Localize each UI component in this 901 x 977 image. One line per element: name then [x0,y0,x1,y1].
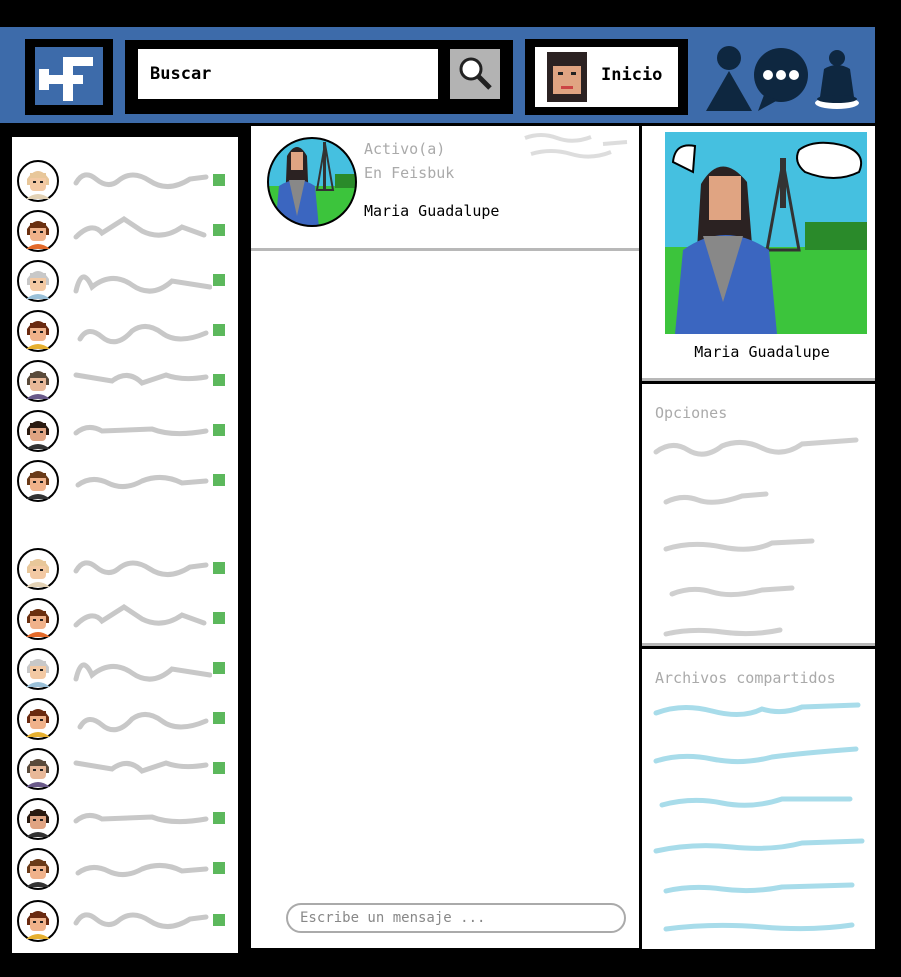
friends-list [12,137,238,953]
shared-file-item[interactable] [652,871,867,905]
messages-icon[interactable] [752,47,810,115]
shared-file-item[interactable] [652,739,867,773]
friend-name-scribble [72,749,212,793]
contact-avatar[interactable] [265,136,361,232]
online-indicator [213,914,225,926]
friend-name-scribble [72,311,212,355]
friend-name-scribble [72,411,212,455]
header-scribble [521,130,631,164]
friend-avatar [16,159,60,207]
search-button[interactable] [450,49,500,99]
chat-header: Activo(a) En Feisbuk Maria Guadalupe [251,126,639,251]
friend-item[interactable] [12,207,238,257]
home-label: Inicio [601,65,663,85]
friend-item[interactable] [12,745,238,795]
friend-name-scribble [72,549,212,593]
friend-avatar [16,797,60,845]
online-indicator [213,374,225,386]
shared-file-item[interactable] [652,829,867,863]
friend-avatar [16,697,60,745]
friend-item[interactable] [12,695,238,745]
option-item[interactable] [652,529,867,563]
friend-item[interactable] [12,307,238,357]
friends-icon[interactable] [704,45,754,115]
friend-avatar [16,209,60,257]
friend-name-scribble [72,261,213,305]
logo-icon[interactable] [25,39,113,115]
online-indicator [213,812,225,824]
search-input[interactable] [138,49,438,99]
online-indicator [213,662,225,674]
online-indicator [213,474,225,486]
friend-avatar [16,459,60,507]
option-item[interactable] [652,616,867,650]
message-input[interactable] [286,903,626,933]
contact-name: Maria Guadalupe [364,202,500,220]
search-icon [450,57,500,102]
friend-name-scribble [72,849,212,893]
online-indicator [213,762,225,774]
option-item[interactable] [652,430,867,464]
online-indicator [213,612,225,624]
friend-avatar [16,899,60,947]
online-indicator [213,224,225,236]
contact-status: Activo(a) [364,140,446,158]
online-indicator [213,562,225,574]
friend-name-scribble [72,649,213,693]
friend-avatar [16,309,60,357]
friend-item[interactable] [12,545,238,595]
profile-picture[interactable] [665,132,867,338]
chat-panel: Activo(a) En Feisbuk Maria Guadalupe [251,126,639,948]
online-indicator [213,324,225,336]
shared-file-item[interactable] [652,785,867,819]
friend-avatar [16,409,60,457]
friend-item[interactable] [12,595,238,645]
online-indicator [213,862,225,874]
friend-item[interactable] [12,795,238,845]
friend-avatar [16,847,60,895]
friend-avatar [16,359,60,407]
search-bar [125,40,513,114]
option-item[interactable] [652,576,867,610]
shared-files-title: Archivos compartidos [655,669,836,687]
friend-item[interactable] [12,157,238,207]
friend-item[interactable] [12,357,238,407]
top-bar: Inicio [0,27,875,123]
online-indicator [213,174,225,186]
online-indicator [213,712,225,724]
friend-avatar [16,547,60,595]
friend-name-scribble [72,699,212,743]
online-indicator [213,274,225,286]
user-avatar [541,50,593,108]
friend-name-scribble [72,211,212,255]
friend-name-scribble [72,799,212,843]
friend-name-scribble [72,901,212,945]
home-button[interactable]: Inicio [525,39,688,115]
shared-file-item[interactable] [652,693,867,727]
shared-files-panel: Archivos compartidos [642,649,875,949]
friend-item[interactable] [12,457,238,507]
option-item[interactable] [652,482,867,516]
friend-name-scribble [72,161,212,205]
profile-card: Maria Guadalupe [642,126,875,381]
friend-item[interactable] [12,407,238,457]
friend-name-scribble [72,361,212,405]
friend-name-scribble [72,599,212,643]
shared-file-item[interactable] [652,909,867,943]
friend-item[interactable] [12,645,238,695]
options-title: Opciones [655,404,728,422]
friend-avatar [16,259,60,307]
friend-item[interactable] [12,897,238,947]
friend-avatar [16,647,60,695]
online-indicator [213,424,225,436]
friend-avatar [16,597,60,645]
profile-name: Maria Guadalupe [694,343,830,361]
notifications-icon[interactable] [812,49,862,115]
friend-avatar [16,747,60,795]
contact-status-detail: En Feisbuk [364,164,455,182]
friend-item[interactable] [12,845,238,895]
friend-name-scribble [72,461,212,505]
options-panel: Opciones [642,384,875,646]
friend-item[interactable] [12,257,238,307]
